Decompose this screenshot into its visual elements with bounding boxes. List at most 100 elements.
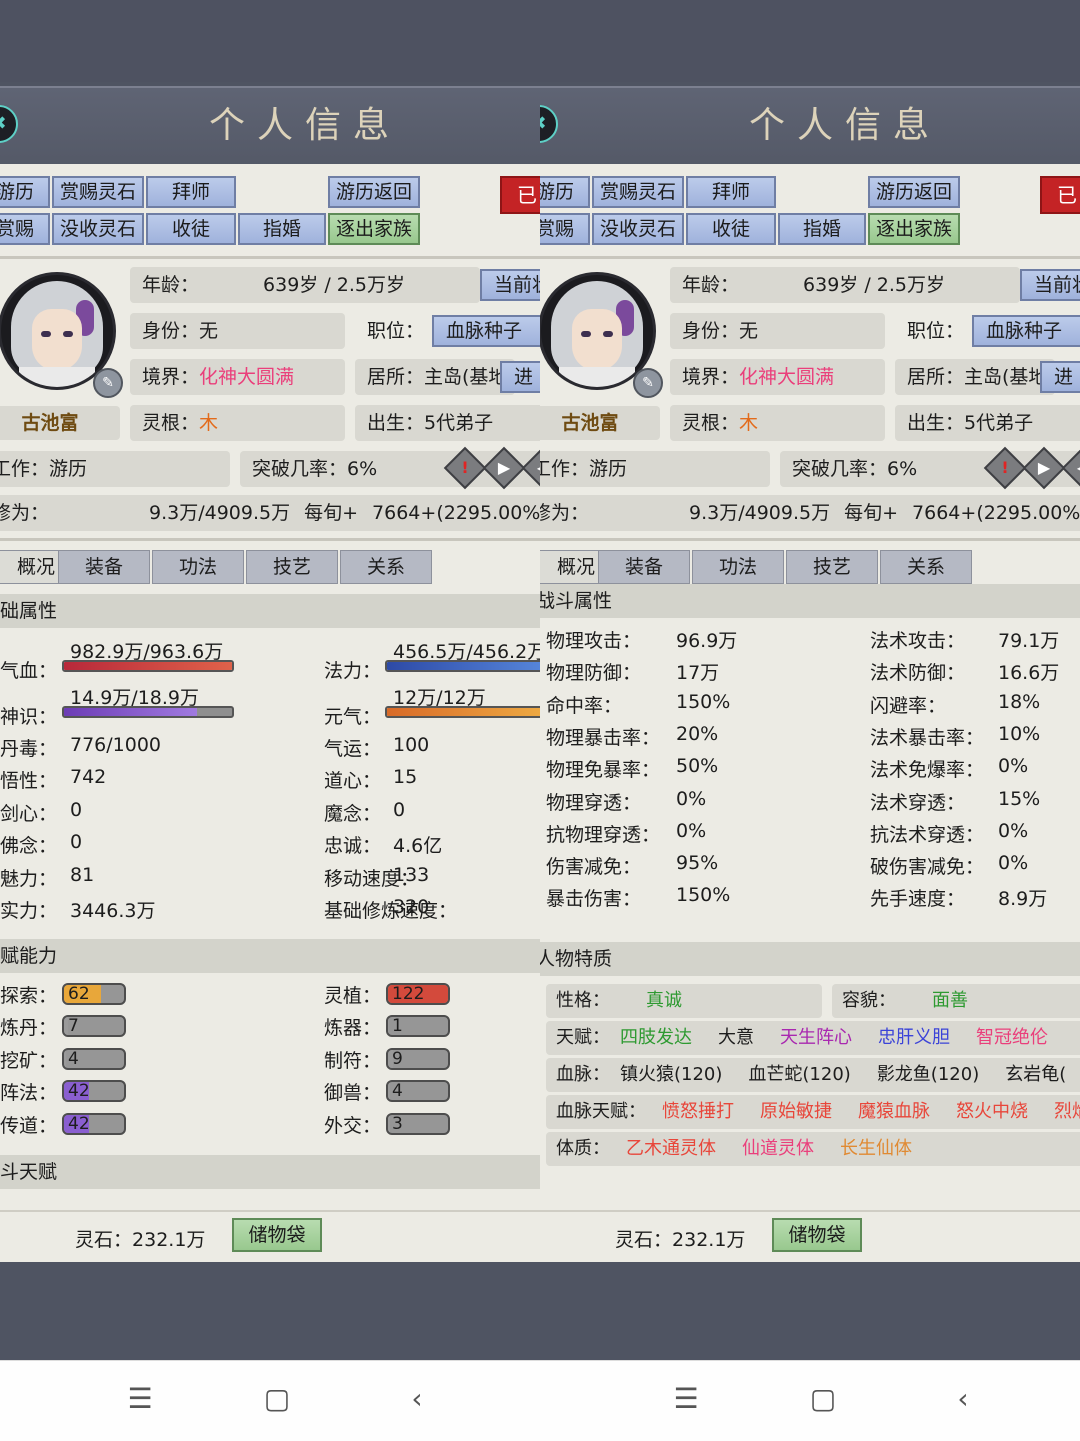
talent-bar-fill xyxy=(388,1082,391,1101)
take-disciple-button[interactable]: 收徒 xyxy=(146,213,236,245)
tab-equipment[interactable]: 装备 xyxy=(598,550,690,584)
spirit-root-field: 灵根：木 xyxy=(670,405,885,441)
talent-bar-fill xyxy=(388,1017,389,1036)
stat-label: 实力： xyxy=(0,900,58,922)
talent-value: 62 xyxy=(68,984,90,1004)
top-band xyxy=(0,0,540,82)
tab-skills[interactable]: 功法 xyxy=(692,550,784,584)
position-button[interactable]: 血脉种子 xyxy=(432,315,540,347)
enter-button[interactable]: 进 xyxy=(1040,361,1080,393)
storage-bag-button[interactable]: 储物袋 xyxy=(232,1218,322,1252)
status-seal: 已 xyxy=(1040,176,1080,214)
status-seal: 已 xyxy=(500,176,540,214)
realm-field: 境界：化神大圆满 xyxy=(670,359,885,395)
mana-label: 法力： xyxy=(324,660,382,682)
trait-chip: 魔猿血脉 xyxy=(858,1101,930,1122)
work-field: 工作：游历 xyxy=(540,451,770,487)
confiscate-stones-button[interactable]: 没收灵石 xyxy=(592,213,684,245)
apprentice-button[interactable]: 拜师 xyxy=(146,176,236,208)
talent-label: 御兽： xyxy=(324,1082,382,1105)
tab-skills[interactable]: 功法 xyxy=(152,550,244,584)
stat-label: 先手速度： xyxy=(870,888,966,911)
stat-label: 伤害减免： xyxy=(546,856,642,879)
yuan-bar xyxy=(385,706,540,718)
stat-value: 17万 xyxy=(676,662,720,685)
edit-pen-icon[interactable]: ✎ xyxy=(93,368,123,398)
lower-band xyxy=(0,1262,540,1360)
trait-chip: 仙道灵体 xyxy=(742,1138,814,1159)
physique-list: 乙木通灵体 仙道灵体 长生仙体 xyxy=(626,1138,938,1159)
lower-band xyxy=(540,1262,1080,1360)
home-icon[interactable]: ▢ xyxy=(803,1379,843,1419)
character-name: 古池富 xyxy=(0,406,120,440)
tab-crafts[interactable]: 技艺 xyxy=(246,550,338,584)
arrange-marriage-button[interactable]: 指婚 xyxy=(238,213,326,245)
tab-relations[interactable]: 关系 xyxy=(880,550,972,584)
talent-label: 外交： xyxy=(324,1114,382,1137)
talent-value: 7 xyxy=(68,1016,79,1037)
current-status-button[interactable]: 当前状 xyxy=(480,269,540,301)
trait-chip: 烈焰 xyxy=(1054,1101,1080,1122)
talent-value: 3 xyxy=(392,1113,403,1134)
take-disciple-button[interactable]: 收徒 xyxy=(686,213,776,245)
talent-value: 9 xyxy=(392,1048,403,1069)
trait-chip: 影龙鱼(120) xyxy=(876,1064,980,1085)
identity-field: 身份：无 xyxy=(670,313,885,349)
talent-bar: 1 xyxy=(386,1015,450,1038)
travel-return-button[interactable]: 游历返回 xyxy=(328,176,420,208)
mana-bar-fill xyxy=(387,662,540,670)
birth-field: 出生：5代弟子 xyxy=(355,405,540,441)
reward-stones-button[interactable]: 赏赐灵石 xyxy=(592,176,684,208)
confiscate-stones-button[interactable]: 没收灵石 xyxy=(52,213,144,245)
talent-bar: 42 xyxy=(62,1112,126,1135)
reward-stones-button[interactable]: 赏赐灵石 xyxy=(52,176,144,208)
trait-chip: 血芒蛇(120) xyxy=(748,1064,851,1085)
back-icon[interactable]: ‹ xyxy=(943,1379,983,1419)
reward-button[interactable]: 赏赐 xyxy=(0,213,50,245)
trait-chip: 愤怒捶打 xyxy=(662,1101,734,1122)
enter-button[interactable]: 进 xyxy=(500,361,540,393)
stat-value: 100 xyxy=(393,734,430,756)
travel-button[interactable]: 游历 xyxy=(0,176,50,208)
tab-crafts[interactable]: 技艺 xyxy=(786,550,878,584)
stat-label: 道心： xyxy=(324,770,382,793)
spirit-root-field: 灵根：木 xyxy=(130,405,345,441)
talent-bar-fill xyxy=(64,1049,67,1068)
stat-label: 暴击伤害： xyxy=(546,888,642,911)
current-status-button[interactable]: 当前状 xyxy=(1020,269,1080,301)
birth-field: 出生：5代弟子 xyxy=(895,405,1080,441)
section-traits: 人物特质 xyxy=(540,942,1080,976)
stat-label: 破伤害减免： xyxy=(870,856,985,879)
back-icon[interactable]: ‹ xyxy=(397,1379,437,1419)
stat-value: 150% xyxy=(676,884,731,907)
stat-label: 物理暴击率： xyxy=(546,726,661,749)
talent-label: 传道： xyxy=(0,1114,58,1137)
menu-icon[interactable]: ☰ xyxy=(120,1379,160,1419)
edit-pen-icon[interactable]: ✎ xyxy=(633,368,663,398)
home-icon[interactable]: ▢ xyxy=(257,1379,297,1419)
tab-relations[interactable]: 关系 xyxy=(340,550,432,584)
trait-chip: 天生阵心 xyxy=(780,1027,852,1048)
expel-button[interactable]: 逐出家族 xyxy=(868,213,960,245)
talent-label: 阵法： xyxy=(0,1082,58,1105)
window-title: 个人信息 xyxy=(208,105,401,146)
trait-chip: 四肢发达 xyxy=(620,1027,692,1048)
travel-button[interactable]: 游历 xyxy=(540,176,590,208)
tab-equipment[interactable]: 装备 xyxy=(58,550,150,584)
travel-return-button[interactable]: 游历返回 xyxy=(868,176,960,208)
apprentice-button[interactable]: 拜师 xyxy=(686,176,776,208)
reward-button[interactable]: 赏赐 xyxy=(540,213,590,245)
stat-value: 16.6万 xyxy=(998,662,1060,685)
stat-label: 物理防御： xyxy=(546,662,642,685)
cultivation-field: 修为： 9.3万/4909.5万 每旬+ 7664+(2295.00%) xyxy=(0,495,540,531)
system-nav-bar: ☰ ▢ ‹ ☰ ▢ ‹ xyxy=(0,1360,1080,1441)
stat-value: 0 xyxy=(70,798,83,821)
gift-list: 四肢发达 大意 天生阵心 忠肝义胆 智冠绝伦 xyxy=(620,1027,1074,1048)
storage-bag-button[interactable]: 储物袋 xyxy=(772,1218,862,1252)
menu-icon[interactable]: ☰ xyxy=(666,1379,706,1419)
stat-value: 0% xyxy=(998,755,1029,778)
expel-button[interactable]: 逐出家族 xyxy=(328,213,420,245)
stat-value: 0% xyxy=(998,819,1029,842)
arrange-marriage-button[interactable]: 指婚 xyxy=(778,213,866,245)
position-button[interactable]: 血脉种子 xyxy=(972,315,1080,347)
